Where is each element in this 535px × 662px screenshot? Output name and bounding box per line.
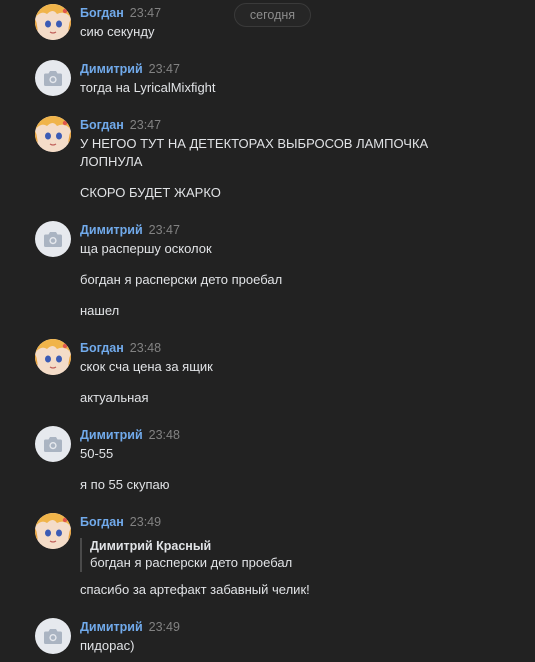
message-header: Димитрий 23:48	[80, 426, 180, 442]
message-header: Богдан 23:47	[80, 4, 161, 20]
message-text: СКОРО БУДЕТ ЖАРКО	[80, 185, 221, 200]
camera-placeholder-icon[interactable]	[35, 221, 71, 257]
message-text: богдан я расперски дето проебал	[80, 272, 283, 287]
message-time[interactable]: 23:47	[149, 62, 180, 76]
message-text: ЛОПНУЛА	[80, 154, 143, 169]
anime-avatar-icon[interactable]	[35, 513, 71, 549]
author-name[interactable]: Димитрий	[80, 620, 143, 634]
author-name[interactable]: Димитрий	[80, 62, 143, 76]
message-header: Димитрий 23:47	[80, 221, 180, 237]
message-time[interactable]: 23:48	[149, 428, 180, 442]
anime-avatar-icon[interactable]	[35, 339, 71, 375]
message-time[interactable]: 23:47	[149, 223, 180, 237]
message-header: Богдан 23:49	[80, 513, 161, 529]
camera-placeholder-icon[interactable]	[35, 618, 71, 654]
message-text: скок сча цена за ящик	[80, 359, 213, 374]
message-time[interactable]: 23:48	[130, 341, 161, 355]
reply-quote[interactable]: Димитрий Красный богдан я расперски дето…	[80, 538, 380, 572]
message-text: спасибо за артефакт забавный челик!	[80, 582, 310, 597]
author-name[interactable]: Богдан	[80, 515, 124, 529]
author-name[interactable]: Димитрий	[80, 223, 143, 237]
author-name[interactable]: Богдан	[80, 341, 124, 355]
message-time[interactable]: 23:49	[149, 620, 180, 634]
message-header: Богдан 23:48	[80, 339, 161, 355]
quote-author: Димитрий Красный	[90, 539, 212, 553]
message-text: 50-55	[80, 446, 114, 461]
message-text: тогда на LyricalMixfight	[80, 80, 216, 95]
message-time[interactable]: 23:47	[130, 6, 161, 20]
author-name[interactable]: Богдан	[80, 6, 124, 20]
message-text: актуальная	[80, 390, 149, 405]
message-text: я по 55 скупаю	[80, 477, 170, 492]
author-name[interactable]: Богдан	[80, 118, 124, 132]
message-header: Богдан 23:47	[80, 116, 161, 132]
message-time[interactable]: 23:47	[130, 118, 161, 132]
message-header: Димитрий 23:47	[80, 60, 180, 76]
anime-avatar-icon[interactable]	[35, 116, 71, 152]
message-text: сию секунду	[80, 24, 155, 39]
message-text: нашел	[80, 303, 120, 318]
camera-placeholder-icon[interactable]	[35, 60, 71, 96]
author-name[interactable]: Димитрий	[80, 428, 143, 442]
quote-text: богдан я расперски дето проебал	[90, 555, 293, 570]
message-text: пидорас)	[80, 638, 135, 653]
message-text: ща распершу осколок	[80, 241, 212, 256]
message-text: У НЕГОО ТУТ НА ДЕТЕКТОРАХ ВЫБРОСОВ ЛАМПО…	[80, 136, 429, 151]
anime-avatar-icon[interactable]	[35, 4, 71, 40]
message-header: Димитрий 23:49	[80, 618, 180, 634]
message-time[interactable]: 23:49	[130, 515, 161, 529]
camera-placeholder-icon[interactable]	[35, 426, 71, 462]
